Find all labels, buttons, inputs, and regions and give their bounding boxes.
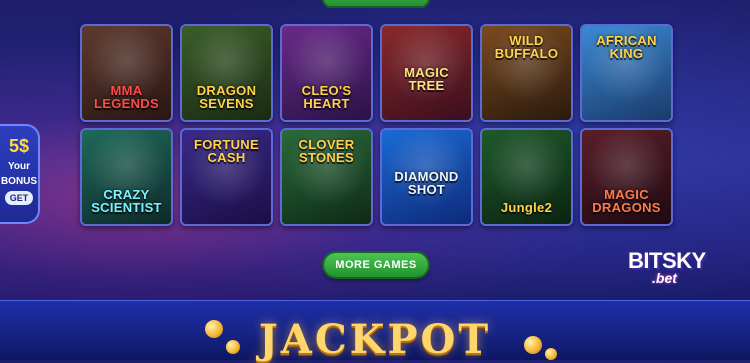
bonus-panel[interactable]: 5$ Your BONUS GET: [0, 124, 40, 224]
jackpot-title: JACKPOT: [258, 316, 492, 363]
game-title: MAGIC DRAGONS: [592, 187, 661, 215]
game-title: FORTUNE CASH: [194, 137, 259, 165]
game-title: MMA LEGENDS: [94, 83, 159, 111]
game-title: CLOVER STONES: [298, 137, 355, 165]
game-tile[interactable]: MAGIC DRAGONS: [580, 128, 673, 226]
game-tile[interactable]: DIAMOND SHOT: [380, 128, 473, 226]
top-green-button[interactable]: [322, 0, 430, 8]
game-tile[interactable]: WILD BUFFALO: [480, 24, 573, 122]
bonus-label-line2: BONUS: [0, 176, 38, 187]
bonus-get-button[interactable]: GET: [5, 191, 33, 205]
game-title: AFRICAN KING: [596, 33, 657, 61]
game-title: DIAMOND SHOT: [394, 169, 459, 197]
game-title: MAGIC TREE: [404, 65, 449, 93]
bonus-label-line1: Your: [7, 161, 31, 172]
game-tile[interactable]: AFRICAN KING: [580, 24, 673, 122]
logo-suffix: .bet: [652, 270, 677, 286]
game-tile[interactable]: Jungle2: [480, 128, 573, 226]
game-tile[interactable]: DRAGON SEVENS: [180, 24, 273, 122]
game-tile[interactable]: MMA LEGENDS: [80, 24, 173, 122]
game-tile[interactable]: CLEO'S HEART: [280, 24, 373, 122]
game-title: Jungle2: [500, 200, 553, 215]
more-games-button[interactable]: MORE GAMES: [324, 253, 428, 277]
games-grid: MMA LEGENDS DRAGON SEVENS CLEO'S HEART MAGI…: [80, 24, 673, 226]
bitsky-logo: BITSKY .bet: [628, 248, 720, 288]
game-tile[interactable]: CRAZY SCIENTIST: [80, 128, 173, 226]
game-tile[interactable]: MAGIC TREE: [380, 24, 473, 122]
game-title: CRAZY SCIENTIST: [91, 187, 162, 215]
game-title: DRAGON SEVENS: [196, 83, 257, 111]
game-title: WILD BUFFALO: [494, 33, 559, 61]
game-tile[interactable]: CLOVER STONES: [280, 128, 373, 226]
bonus-amount: 5$: [8, 136, 30, 156]
game-tile[interactable]: FORTUNE CASH: [180, 128, 273, 226]
game-title: CLEO'S HEART: [301, 83, 352, 111]
